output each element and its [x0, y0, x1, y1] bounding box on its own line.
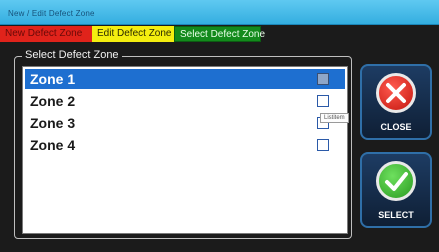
zone-label: Zone 1: [30, 71, 76, 87]
zone-label: Zone 3: [30, 115, 76, 131]
group-title: Select Defect Zone: [22, 48, 122, 62]
tab-edit-defect-zone[interactable]: Edit Defect Zone: [92, 26, 174, 42]
zone-list-item[interactable]: Zone 3: [25, 113, 345, 133]
tab-select-defect-zone[interactable]: Select Defect Zone: [174, 26, 265, 42]
tab-new-defect-zone[interactable]: New Defect Zone: [0, 26, 92, 42]
close-button-label: CLOSE: [380, 122, 412, 132]
zone-list-item[interactable]: Zone 1: [25, 69, 345, 89]
zone-listbox[interactable]: Zone 1 Zone 2 Zone 3 Zone 4: [22, 66, 348, 234]
zone-label: Zone 2: [30, 93, 76, 109]
zone-checkbox[interactable]: [317, 95, 329, 107]
zone-label: Zone 4: [30, 137, 76, 153]
zone-list-item[interactable]: Zone 4: [25, 135, 345, 155]
select-button-label: SELECT: [378, 210, 414, 220]
zone-list-item[interactable]: Zone 2: [25, 91, 345, 111]
title-bar: New / Edit Defect Zone: [0, 0, 439, 25]
window-title: New / Edit Defect Zone: [8, 9, 95, 18]
listitem-tooltip: Listitem: [320, 113, 349, 123]
close-button[interactable]: CLOSE: [360, 64, 432, 140]
select-button[interactable]: SELECT: [360, 152, 432, 228]
zone-checkbox[interactable]: [317, 139, 329, 151]
zone-checkbox[interactable]: [317, 73, 329, 85]
tab-strip: New Defect Zone Edit Defect Zone Select …: [0, 26, 265, 42]
